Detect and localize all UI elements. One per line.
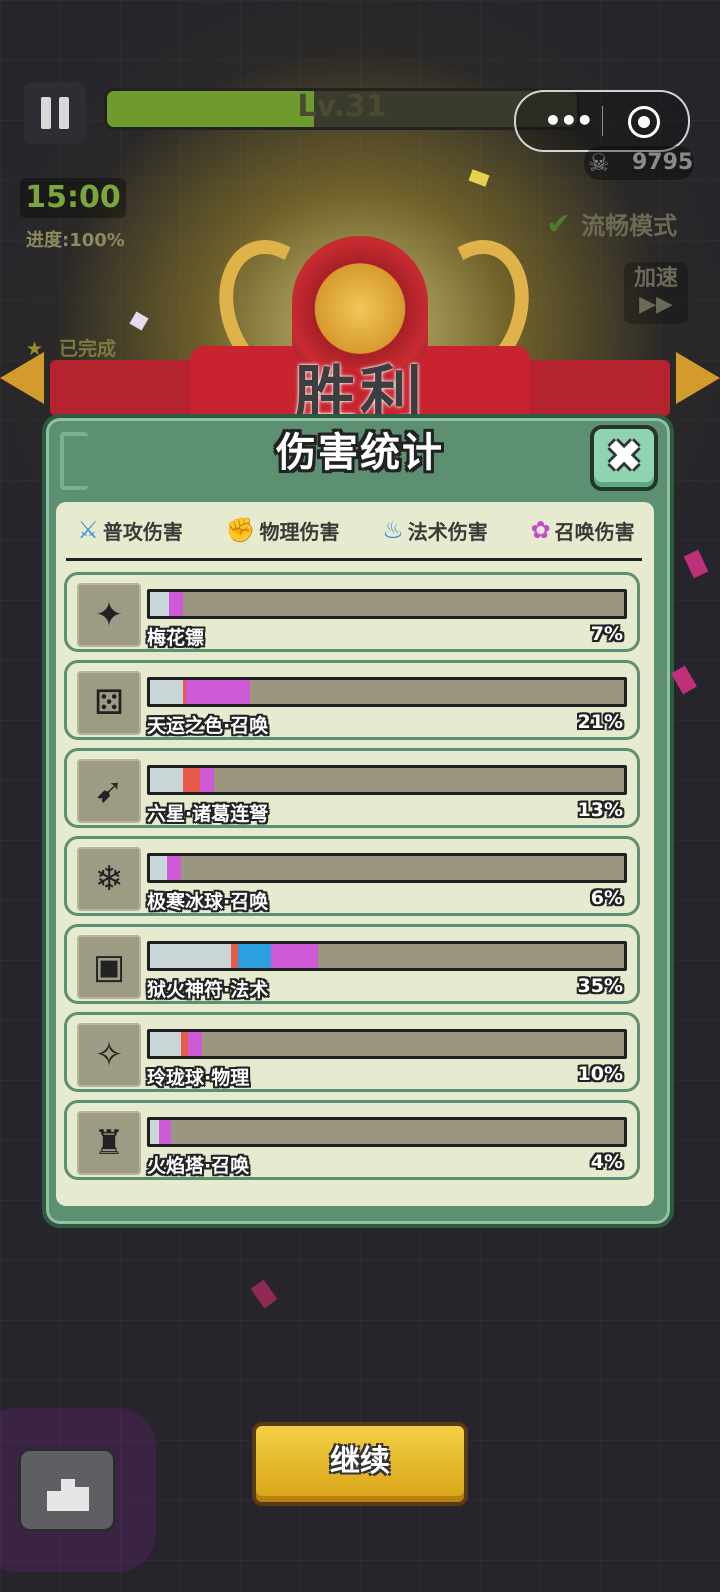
damage-percent: 13% (577, 799, 623, 821)
skill-name: 天运之色·召唤 (147, 715, 269, 737)
damage-row: ✦ 梅花镖 7% (64, 572, 640, 652)
orb-icon: ✧ (77, 1023, 141, 1087)
damage-bar (147, 765, 627, 795)
legend-normal: ⚔ 普攻伤害 (77, 516, 183, 544)
damage-bar-segment (187, 1032, 203, 1056)
fast-forward-icon: ▶▶ (639, 292, 673, 317)
damage-row: ➹ 六星·诸葛连弩 13% (64, 748, 640, 828)
skill-name: 狱火神符·法术 (147, 979, 269, 1001)
skill-name: 极寒冰球·召唤 (147, 891, 269, 913)
damage-bar-segment (150, 1032, 181, 1056)
damage-percent: 7% (590, 623, 623, 645)
legend-physical: ✊ 物理伤害 (225, 516, 340, 544)
pause-button[interactable] (24, 82, 86, 144)
damage-row: ▣ 狱火神符·法术 35% (64, 924, 640, 1004)
damage-bar-segment (237, 944, 271, 968)
pause-icon (41, 97, 51, 129)
damage-row: ✧ 玲珑球·物理 10% (64, 1012, 640, 1092)
damage-bar-segment (183, 768, 200, 792)
dice-icon: ⚄ (77, 671, 141, 735)
game-timer: 15:00 (20, 178, 126, 218)
fist-icon: ✊ (225, 516, 256, 544)
close-button[interactable]: ✖ (590, 425, 658, 491)
damage-bar-segment (150, 768, 184, 792)
kill-counter: ☠ 9795 (584, 146, 694, 180)
sword-icon: ⚔ (77, 516, 99, 544)
damage-bar-segment (150, 680, 184, 704)
damage-bar-segment (150, 592, 169, 616)
crossbow-icon: ➹ (77, 759, 141, 823)
damage-row: ♜ 火焰塔·召唤 4% (64, 1100, 640, 1180)
kill-count: 9795 (632, 150, 694, 175)
damage-bar-segment (199, 768, 214, 792)
damage-bar-segment (159, 1120, 172, 1144)
paw-icon: ✿ (530, 516, 551, 544)
damage-bar-segment (168, 592, 184, 616)
skill-name: 梅花镖 (147, 627, 205, 649)
ice-ball-icon: ❄ (77, 847, 141, 911)
damage-bar-segment (150, 944, 231, 968)
damage-bar (147, 589, 627, 619)
miniapp-capsule: ••• (514, 90, 690, 152)
leaderboard-icon (47, 1491, 61, 1511)
damage-percent: 10% (577, 1063, 623, 1085)
damage-bar (147, 1117, 627, 1147)
damage-bar-segment (166, 856, 181, 880)
skull-icon: ☠ (588, 149, 610, 177)
more-dots-icon[interactable]: ••• (544, 104, 594, 137)
skill-name: 玲珑球·物理 (147, 1067, 250, 1089)
damage-bar-segment (180, 1032, 188, 1056)
progress-label: 进度:100% (26, 230, 125, 251)
level-label: Lv.31 (297, 89, 387, 124)
skill-name: 六星·诸葛连弩 (147, 803, 269, 825)
damage-legend: ⚔ 普攻伤害 ✊ 物理伤害 ♨ 法术伤害 ✿ 召唤伤害 (56, 512, 656, 548)
check-icon: ✔ (546, 207, 572, 242)
fire-tower-icon: ♜ (77, 1111, 141, 1175)
target-icon[interactable] (628, 106, 660, 138)
damage-bar (147, 1029, 627, 1059)
legend-summon: ✿ 召唤伤害 (530, 516, 635, 544)
rune-icon: ▣ (77, 935, 141, 999)
damage-row: ⚄ 天运之色·召唤 21% (64, 660, 640, 740)
speed-label: 加速 (633, 266, 678, 291)
speed-up-button[interactable]: 加速 ▶▶ (624, 262, 688, 324)
damage-bar-segment (230, 944, 238, 968)
shuriken-icon: ✦ (77, 583, 141, 647)
damage-percent: 6% (590, 887, 623, 909)
smooth-mode-toggle[interactable]: ✔ 流畅模式 (546, 206, 677, 242)
continue-button[interactable]: 继续 (252, 1422, 468, 1506)
level-progress-bar: Lv.31 (104, 88, 580, 130)
skill-name: 火焰塔·召唤 (147, 1155, 250, 1177)
damage-percent: 4% (590, 1151, 623, 1173)
damage-bar (147, 677, 627, 707)
damage-bar-segment (150, 856, 167, 880)
leaderboard-button[interactable] (18, 1448, 116, 1532)
legend-divider (66, 558, 642, 561)
damage-bar (147, 941, 627, 971)
close-icon: ✖ (605, 431, 643, 482)
damage-percent: 21% (577, 711, 623, 733)
flame-icon: ♨ (382, 516, 404, 544)
damage-bar-segment (185, 680, 250, 704)
damage-bar-segment (270, 944, 319, 968)
damage-percent: 35% (577, 975, 623, 997)
damage-row: ❄ 极寒冰球·召唤 6% (64, 836, 640, 916)
legend-magic: ♨ 法术伤害 (382, 516, 488, 544)
damage-bar (147, 853, 627, 883)
damage-bar-segment (150, 1120, 160, 1144)
